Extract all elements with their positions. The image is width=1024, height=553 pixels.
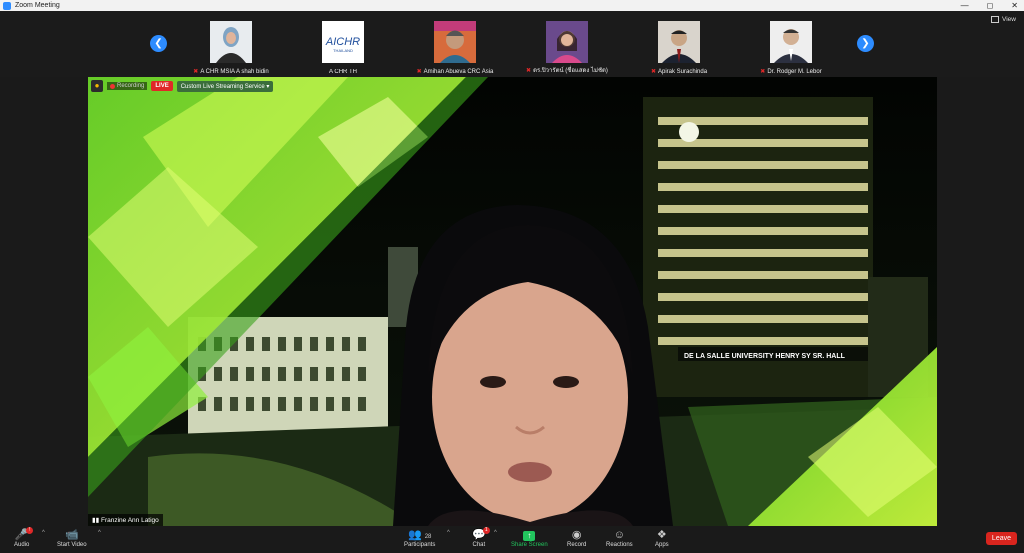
record-button[interactable]: ◉ Record bbox=[567, 528, 586, 548]
chat-options-caret[interactable]: ^ bbox=[494, 530, 497, 536]
security-shield-icon[interactable]: ● bbox=[91, 80, 103, 92]
svg-text:AICHR: AICHR bbox=[325, 36, 360, 48]
reactions-button[interactable]: ☺ Reactions bbox=[606, 528, 633, 548]
participant-avatar bbox=[210, 21, 252, 63]
reactions-icon: ☺ bbox=[613, 529, 625, 541]
speaker-name-tag: ▮▮ Franzine Ann Latigo bbox=[88, 514, 163, 526]
gallery-next-button[interactable]: ❯ bbox=[857, 35, 874, 52]
share-screen-icon: ↑ bbox=[523, 531, 536, 541]
audio-button[interactable]: 🎤! Audio bbox=[14, 527, 34, 548]
zoom-logo-icon bbox=[3, 1, 11, 10]
svg-text:THAILAND: THAILAND bbox=[333, 48, 353, 53]
participant-avatar bbox=[770, 21, 812, 63]
leave-button[interactable]: Leave bbox=[985, 532, 1017, 545]
grid-view-icon bbox=[991, 16, 1000, 23]
participant-gallery: ❮ ❯ View ✖ A CHR MSIA A shah bidin AICHR … bbox=[0, 11, 1024, 77]
alert-badge: ! bbox=[26, 527, 34, 534]
live-badge[interactable]: LIVE bbox=[151, 81, 173, 91]
meeting-toolbar: 🎤! Audio ^ 📹 Start Video ^ 👥 28 Particip… bbox=[0, 526, 1024, 553]
muted-mic-icon: ✖ bbox=[526, 68, 532, 74]
audio-options-caret[interactable]: ^ bbox=[42, 530, 45, 536]
svg-text:DE LA SALLE UNIVERSITY HENRY S: DE LA SALLE UNIVERSITY HENRY SY SR. HALL bbox=[684, 353, 846, 360]
video-options-caret[interactable]: ^ bbox=[98, 530, 101, 536]
record-icon: ◉ bbox=[571, 529, 582, 541]
participant-tile[interactable]: ✖ Dr. Rodger M. Lebor bbox=[735, 11, 847, 77]
participant-avatar bbox=[658, 21, 700, 63]
participant-avatar bbox=[434, 21, 476, 63]
window-titlebar: Zoom Meeting — ◻ ✕ bbox=[0, 0, 1024, 11]
gallery-prev-button[interactable]: ❮ bbox=[150, 35, 167, 52]
maximize-button[interactable]: ◻ bbox=[987, 0, 994, 11]
recording-dot-icon bbox=[110, 83, 115, 89]
view-button[interactable]: View bbox=[991, 16, 1016, 23]
participants-button[interactable]: 👥 28 Participants bbox=[404, 528, 435, 548]
apps-button[interactable]: ❖ Apps bbox=[655, 528, 669, 548]
live-stream-service-dropdown[interactable]: Custom Live Streaming Service ▾ bbox=[176, 80, 274, 92]
aichr-logo: AICHR THAILAND bbox=[322, 21, 364, 63]
chat-unread-badge: 1 bbox=[482, 527, 490, 534]
participant-tile[interactable]: ✖ Amihan Abueva CRC Asia bbox=[399, 11, 511, 77]
active-speaker-video: DE LA SALLE UNIVERSITY HENRY SY SR. HALL… bbox=[88, 77, 937, 526]
minimize-button[interactable]: — bbox=[961, 0, 969, 11]
signal-strength-icon: ▮▮ bbox=[92, 517, 100, 524]
muted-mic-icon: ✖ bbox=[760, 69, 766, 75]
participants-icon: 👥 bbox=[407, 529, 422, 541]
share-screen-button[interactable]: ↑ Share Screen bbox=[511, 528, 548, 548]
muted-mic-icon: ✖ bbox=[650, 69, 656, 75]
participants-options-caret[interactable]: ^ bbox=[447, 530, 450, 536]
close-button[interactable]: ✕ bbox=[1011, 0, 1018, 11]
muted-mic-icon: ✖ bbox=[193, 69, 199, 75]
virtual-background: DE LA SALLE UNIVERSITY HENRY SY SR. HALL bbox=[88, 77, 937, 526]
apps-icon: ❖ bbox=[656, 529, 667, 541]
participant-tile[interactable]: ✖ Apirak Surachinda bbox=[623, 11, 735, 77]
chat-button[interactable]: 💬 1 Chat bbox=[472, 527, 490, 548]
recording-indicator[interactable]: Recording bbox=[107, 82, 148, 90]
window-title: Zoom Meeting bbox=[15, 2, 60, 9]
participant-tile[interactable]: AICHR THAILAND A CHR TH bbox=[287, 11, 399, 77]
video-off-icon: 📹 bbox=[64, 529, 79, 541]
start-video-button[interactable]: 📹 Start Video bbox=[57, 528, 87, 548]
participant-avatar bbox=[546, 21, 588, 63]
participant-tile[interactable]: ✖ ดร.ปิวารัตน์ (ชื่อแสดง ไม่ชัด) bbox=[511, 11, 623, 77]
participant-tile[interactable]: ✖ A CHR MSIA A shah bidin bbox=[175, 11, 287, 77]
muted-mic-icon: ✖ bbox=[416, 69, 422, 75]
